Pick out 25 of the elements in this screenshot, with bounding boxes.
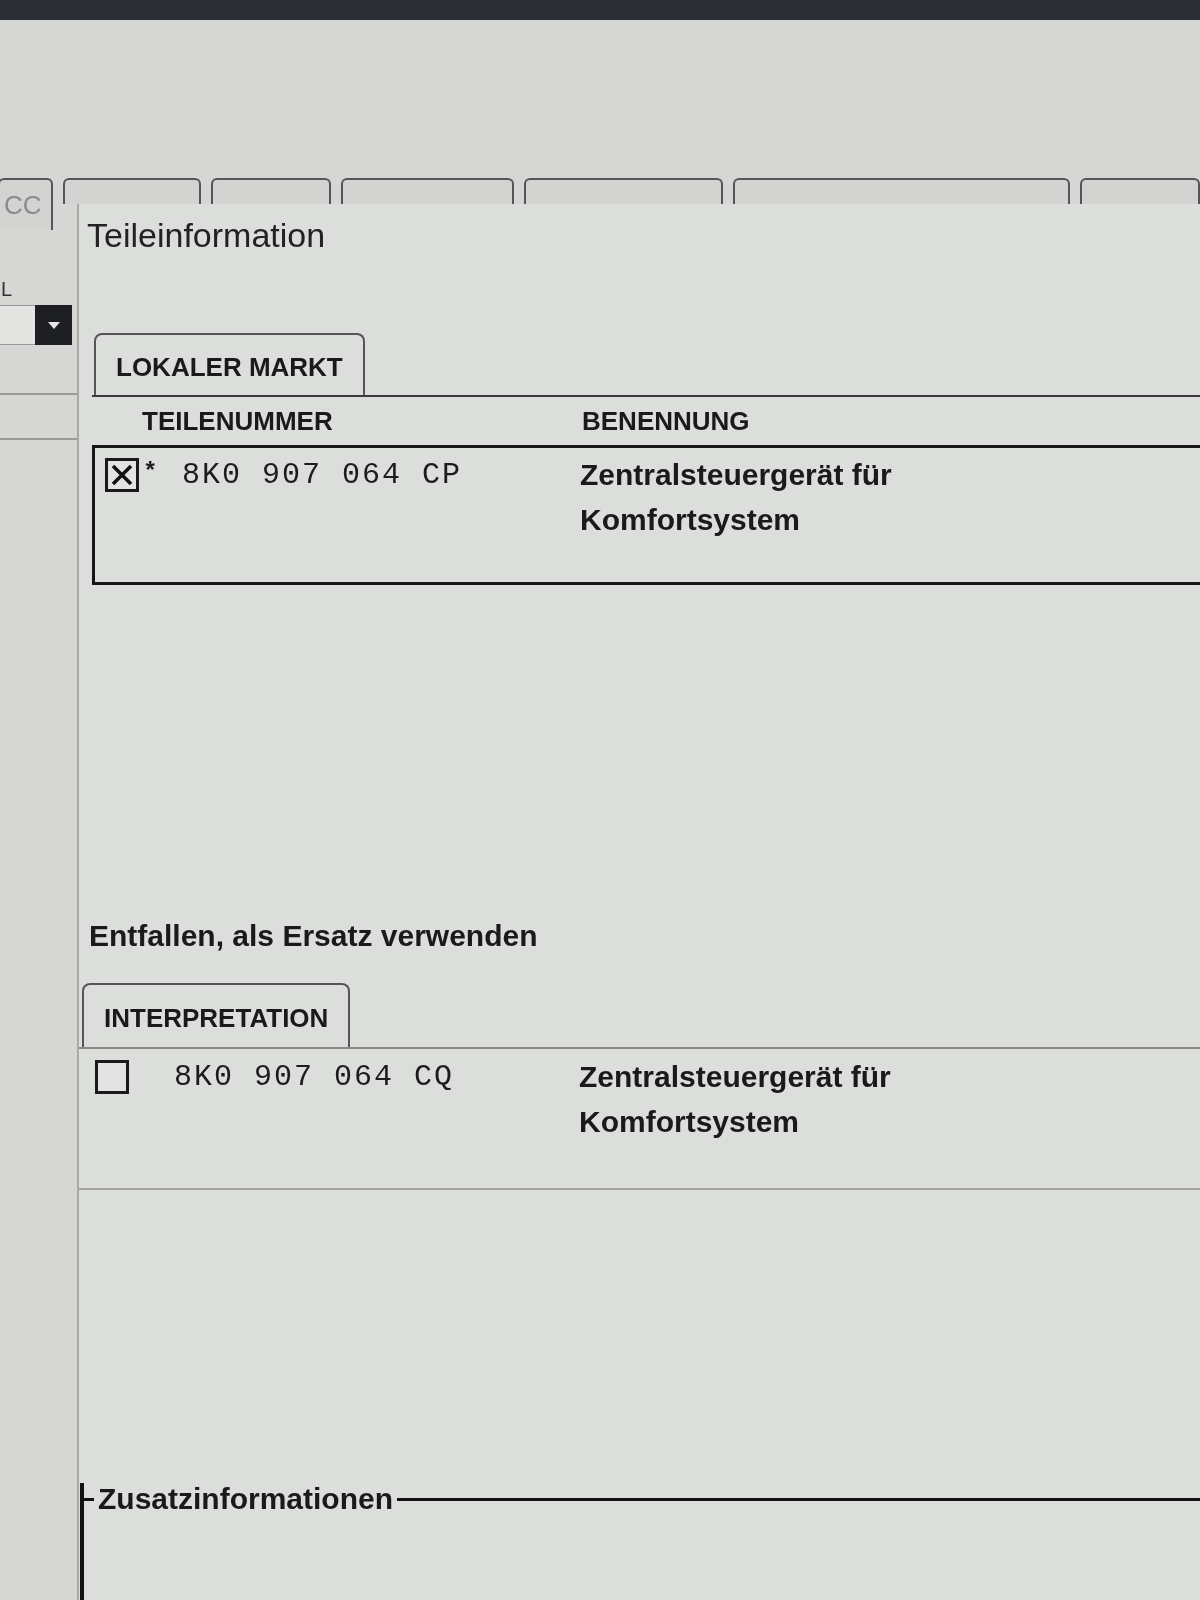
group-box-title: Zusatzinformationen bbox=[97, 1483, 394, 1515]
tab[interactable] bbox=[341, 178, 514, 204]
tab[interactable]: LOKALER MARKT bbox=[94, 333, 365, 395]
field-label: L bbox=[0, 278, 14, 300]
checkbox[interactable] bbox=[95, 1060, 129, 1094]
section-heading: Entfallen, als Ersatz verwenden bbox=[89, 919, 538, 953]
dropdown-button[interactable] bbox=[35, 305, 72, 345]
caret-down-icon bbox=[47, 321, 60, 329]
row-marker: * bbox=[143, 458, 158, 488]
part-description: Zentralsteuergerät für Komfortsystem bbox=[580, 457, 893, 538]
tab[interactable] bbox=[1080, 178, 1200, 204]
part-number: 8K0 907 064 CP bbox=[182, 458, 463, 492]
checkbox[interactable] bbox=[105, 458, 139, 492]
tab[interactable] bbox=[524, 178, 723, 204]
tab[interactable] bbox=[733, 178, 1070, 204]
column-header: TEILENUMMER bbox=[142, 406, 333, 436]
cross-mark-icon bbox=[111, 464, 133, 486]
tab[interactable] bbox=[211, 178, 331, 204]
tab[interactable]: INTERPRETATION bbox=[82, 983, 351, 1047]
tab[interactable] bbox=[63, 178, 201, 204]
part-number: 8K0 907 064 CQ bbox=[174, 1060, 455, 1094]
dropdown-field[interactable] bbox=[0, 305, 35, 345]
column-header: BENENNUNG bbox=[582, 405, 750, 437]
part-description: Zentralsteuergerät für Komfortsystem bbox=[579, 1059, 892, 1140]
dialog-title: Teileinformation bbox=[87, 216, 326, 254]
